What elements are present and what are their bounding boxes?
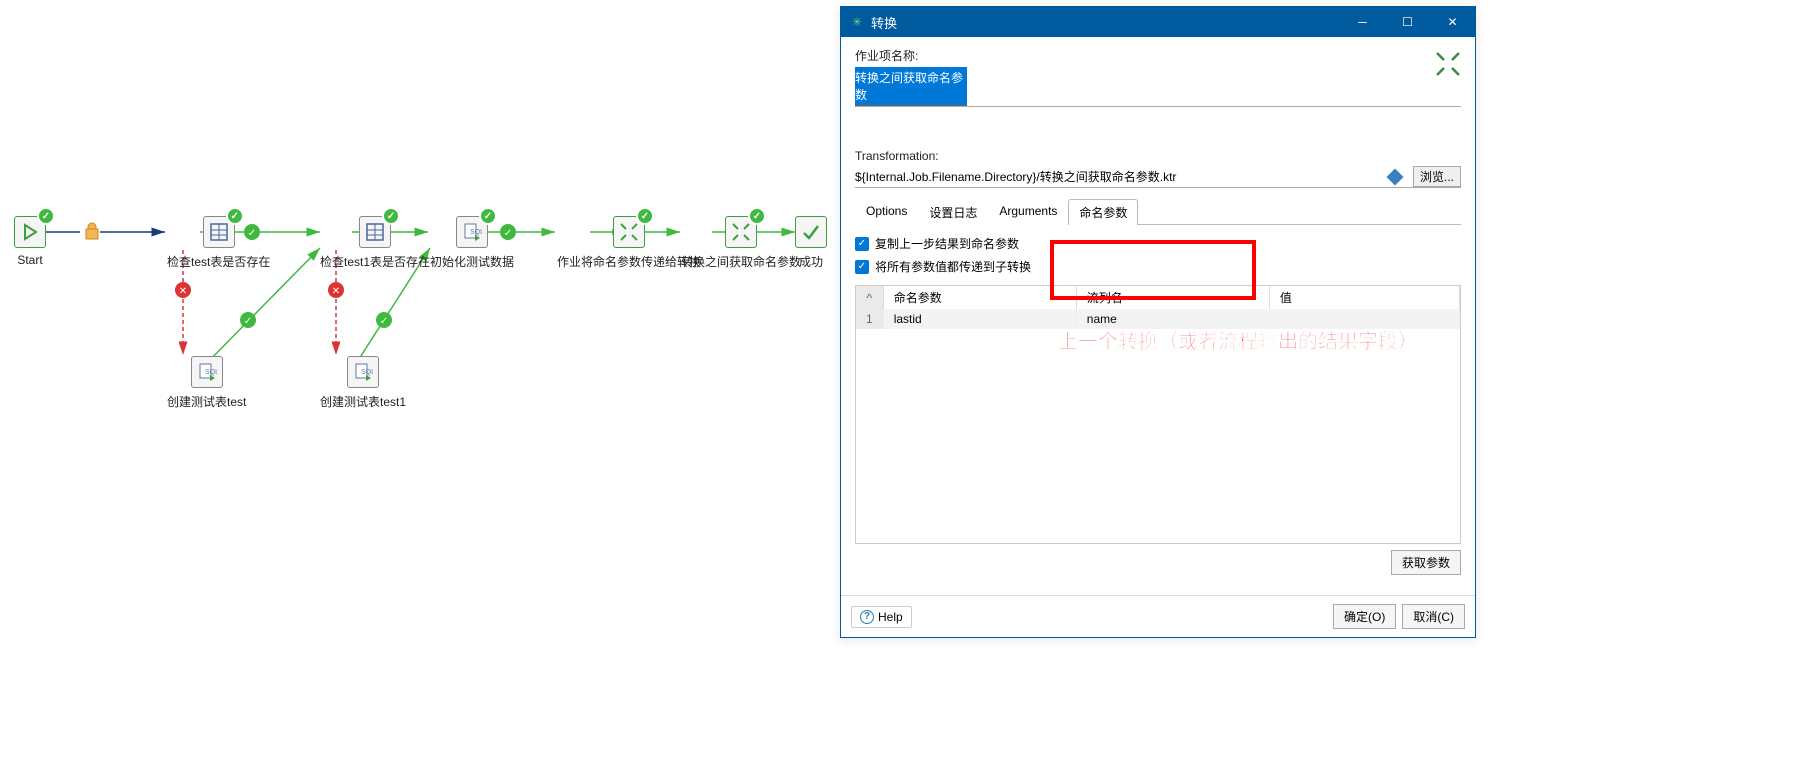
node-start[interactable]: ✓ Start — [14, 216, 46, 267]
node-success[interactable]: 成功 — [795, 216, 827, 270]
node-label: 创建测试表test — [167, 393, 246, 410]
node-check-test[interactable]: ✓ 检查test表是否存在 — [167, 216, 270, 270]
node-check-test1[interactable]: ✓ 检查test1表是否存在 — [320, 216, 430, 270]
svg-text:✕: ✕ — [332, 286, 340, 297]
node-trans-params[interactable]: ✓ 转换之间获取命名参数 — [681, 216, 801, 270]
close-button[interactable]: ✕ — [1430, 7, 1475, 37]
col-param-name[interactable]: 命名参数 — [883, 286, 1076, 309]
tab-arguments[interactable]: Arguments — [988, 199, 1068, 225]
copy-previous-checkbox[interactable]: ✓ — [855, 237, 869, 251]
params-table[interactable]: ^ 命名参数 流列名 值 1 lastid name — [855, 285, 1461, 544]
lock-icon — [84, 222, 100, 243]
svg-text:SQL: SQL — [361, 369, 373, 376]
svg-text:✕: ✕ — [179, 286, 187, 297]
node-label: 初始化测试数据 — [430, 253, 514, 270]
get-params-button[interactable]: 获取参数 — [1391, 550, 1461, 575]
node-label: 成功 — [799, 253, 823, 270]
name-label: 作业项名称: — [855, 47, 1461, 64]
transformation-path-input[interactable] — [855, 168, 1381, 186]
workflow-canvas[interactable]: ✓ ✓ ✓ ✓ ✓ ✕ ✕ ✓ ✓ ✓ Start — [0, 0, 840, 778]
node-label: 检查test表是否存在 — [167, 253, 270, 270]
collapse-icon[interactable] — [1435, 51, 1461, 77]
svg-text:SQL: SQL — [470, 229, 482, 236]
help-button[interactable]: ? Help — [851, 606, 912, 628]
ok-button[interactable]: 确定(O) — [1333, 604, 1396, 629]
node-create-test[interactable]: SQL 创建测试表test — [167, 356, 246, 410]
browse-button[interactable]: 浏览... — [1413, 166, 1461, 187]
name-input[interactable]: 转换之间获取命名参数 — [855, 67, 967, 106]
node-label: 转换之间获取命名参数 — [681, 253, 801, 270]
svg-text:✓: ✓ — [244, 316, 252, 327]
node-init-data[interactable]: SQL ✓ 初始化测试数据 — [430, 216, 514, 270]
annotation-text: 上一个转换（或者流程输出的结果字段） — [1058, 325, 1418, 354]
dialog-titlebar[interactable]: ✳ 转换 ─ ☐ ✕ — [841, 7, 1475, 37]
tab-options[interactable]: Options — [855, 199, 918, 225]
node-label: 创建测试表test1 — [320, 393, 406, 410]
row-number-header: ^ — [856, 286, 883, 309]
cancel-button[interactable]: 取消(C) — [1402, 604, 1465, 629]
node-job-params[interactable]: ✓ 作业将命名参数传递给转换 — [557, 216, 701, 270]
help-icon: ? — [860, 610, 874, 624]
node-label: 检查test1表是否存在 — [320, 253, 430, 270]
variable-icon[interactable] — [1386, 168, 1403, 185]
tab-bar: Options 设置日志 Arguments 命名参数 — [855, 198, 1461, 225]
app-icon: ✳ — [849, 14, 865, 30]
col-value[interactable]: 值 — [1269, 286, 1459, 309]
pass-all-checkbox[interactable]: ✓ — [855, 260, 869, 274]
minimize-button[interactable]: ─ — [1340, 7, 1385, 37]
pass-all-label: 将所有参数值都传递到子转换 — [875, 258, 1031, 275]
node-create-test1[interactable]: SQL 创建测试表test1 — [320, 356, 406, 410]
row-number: 1 — [856, 309, 883, 329]
col-stream-name[interactable]: 流列名 — [1076, 286, 1269, 309]
tab-named-params[interactable]: 命名参数 — [1068, 199, 1138, 225]
copy-previous-label: 复制上一步结果到命名参数 — [875, 235, 1019, 252]
svg-text:✓: ✓ — [380, 316, 388, 327]
dialog-title: 转换 — [871, 13, 1340, 32]
node-label: Start — [17, 253, 42, 267]
cell-param[interactable]: lastid — [883, 309, 1076, 329]
svg-text:SQL: SQL — [205, 369, 217, 376]
node-label: 作业将命名参数传递给转换 — [557, 253, 701, 270]
transformation-label: Transformation: — [855, 149, 1461, 163]
tab-log[interactable]: 设置日志 — [918, 199, 988, 225]
transformation-dialog: ✳ 转换 ─ ☐ ✕ 作业项名称: 转换之间获取命名参数 Transformat… — [840, 6, 1476, 638]
maximize-button[interactable]: ☐ — [1385, 7, 1430, 37]
